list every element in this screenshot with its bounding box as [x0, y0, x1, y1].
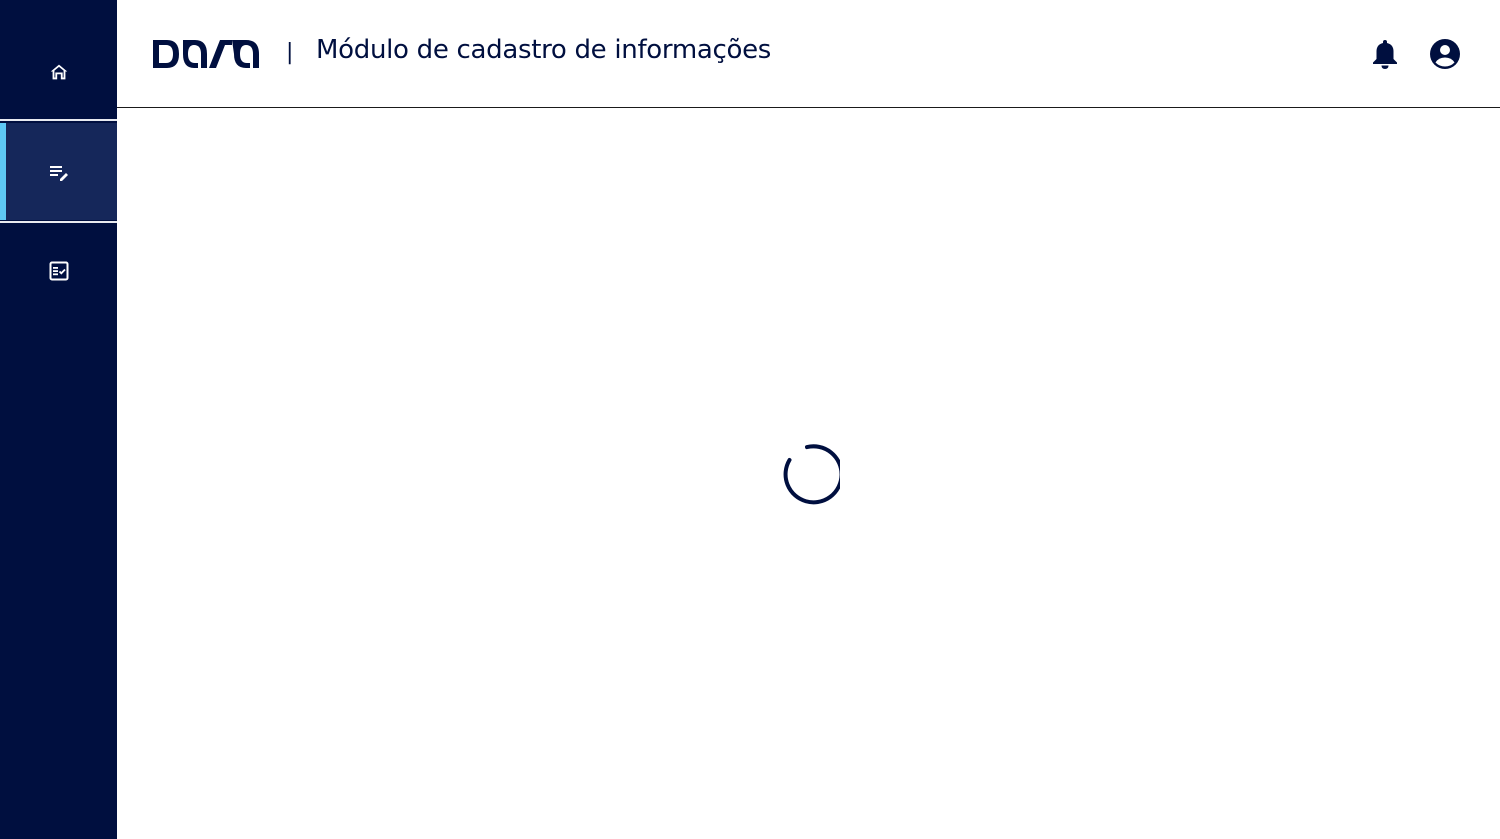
page-title: Módulo de cadastro de informações	[316, 35, 772, 65]
home-icon	[50, 64, 67, 79]
sidebar-item-cadastro[interactable]	[0, 123, 117, 220]
bell-icon[interactable]	[1371, 38, 1399, 70]
checklist-icon	[49, 261, 68, 280]
user-account-icon[interactable]	[1429, 38, 1461, 70]
edit-list-icon	[49, 165, 68, 181]
loading-spinner	[783, 444, 840, 505]
title-separator: |	[286, 40, 294, 65]
sidebar-item-home[interactable]	[0, 23, 117, 120]
sidebar-divider	[0, 119, 117, 121]
sidebar-item-checklist[interactable]	[0, 222, 117, 319]
dasa-logo: dasa	[153, 40, 259, 68]
top-header: dasa | Módulo de cadastro de informações	[117, 0, 1500, 108]
sidebar	[0, 0, 117, 839]
